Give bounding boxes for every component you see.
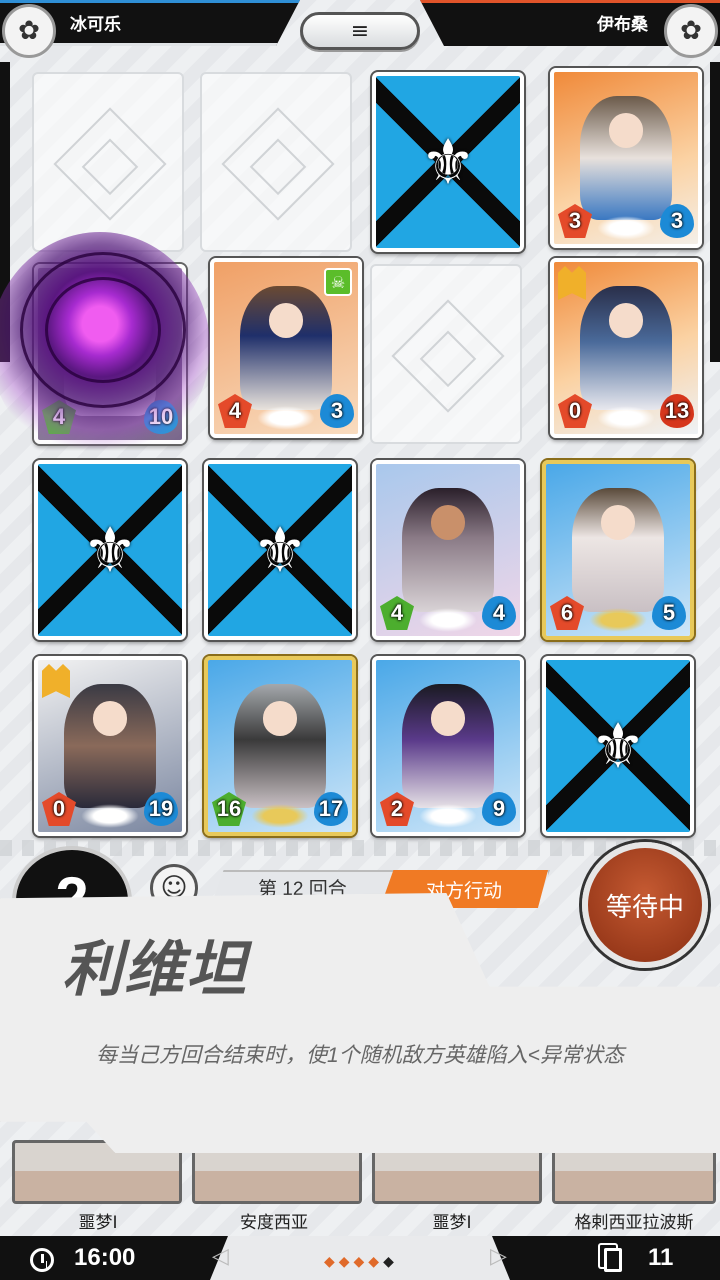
emblem-icon: ⚜ (590, 709, 646, 783)
curse-vortex-effect (0, 232, 210, 462)
right-edge-bar (710, 62, 720, 362)
empty-slot[interactable] (200, 72, 352, 252)
top-bar: ✿ 冰可乐 ≡ 伊布桑 ✿ (0, 0, 720, 62)
hero-card[interactable]: 16 17 (204, 656, 356, 836)
opponent-player-name: 伊布桑 (597, 15, 648, 34)
emblem-icon: ⚜ (82, 513, 138, 587)
health-value: 9 (482, 792, 516, 826)
health-value: 3 (320, 394, 354, 428)
opponent-avatar[interactable]: ✿ (664, 4, 718, 58)
face-down-card[interactable]: ⚜ (34, 460, 186, 640)
self-avatar[interactable]: ✿ (2, 4, 56, 58)
tooltip-title: 利维坦 (62, 936, 248, 1003)
tooltip-description: 每当己方回合结束时，使1个随机敌方英雄陷入<异常状态 (96, 1044, 624, 1067)
card-tooltip: 利维坦 每当己方回合结束时，使1个随机敌方英雄陷入<异常状态 (0, 893, 720, 1178)
hand-card-name: 格剌西亚拉波斯 (574, 1213, 694, 1232)
face-down-card[interactable]: ⚜ (204, 460, 356, 640)
health-value: 13 (660, 394, 694, 428)
hero-card[interactable]: 2 9 (372, 656, 524, 836)
health-value: 19 (144, 792, 178, 826)
page-indicator: ◆◆◆◆◆ (324, 1254, 398, 1270)
hero-card[interactable]: ☠ 4 3 (210, 258, 362, 438)
health-value: 5 (652, 596, 686, 630)
empty-slot[interactable] (32, 72, 184, 252)
hero-card[interactable]: 0 19 (34, 656, 186, 836)
menu-button[interactable]: ≡ (300, 12, 420, 50)
health-value: 3 (660, 204, 694, 238)
emblem-icon: ⚜ (420, 125, 476, 199)
face-down-card[interactable]: ⚜ (542, 656, 694, 836)
hamburger-icon: ≡ (350, 18, 370, 44)
deck-icon[interactable] (604, 1248, 622, 1272)
health-value: 4 (482, 596, 516, 630)
turn-timer: 16:00 (74, 1244, 136, 1271)
hero-card[interactable]: 3 3 (550, 68, 702, 248)
hero-card[interactable]: 0 13 (550, 258, 702, 438)
self-player-name: 冰可乐 (70, 15, 121, 34)
hero-card[interactable]: 6 5 (542, 460, 694, 640)
empty-slot[interactable] (370, 264, 522, 444)
game-screen: ✿ 冰可乐 ≡ 伊布桑 ✿ ⚜ 3 3 4 10 (0, 0, 720, 1280)
hand-card-name: 噩梦Ⅰ (432, 1213, 472, 1232)
face-down-card[interactable]: ⚜ (372, 72, 524, 252)
hand-card-name: 安度西亚 (240, 1213, 308, 1232)
emblem-icon: ⚜ (252, 513, 308, 587)
clock-icon (30, 1248, 54, 1272)
deck-count: 11 (648, 1244, 674, 1271)
chevron-right-icon[interactable]: ▷ (490, 1244, 507, 1269)
skull-icon: ☠ (324, 268, 352, 296)
chevron-left-icon[interactable]: ◁ (212, 1244, 229, 1269)
hero-card[interactable]: 4 4 (372, 460, 524, 640)
hand-card-name: 噩梦Ⅰ (78, 1213, 118, 1232)
health-value: 17 (314, 792, 348, 826)
